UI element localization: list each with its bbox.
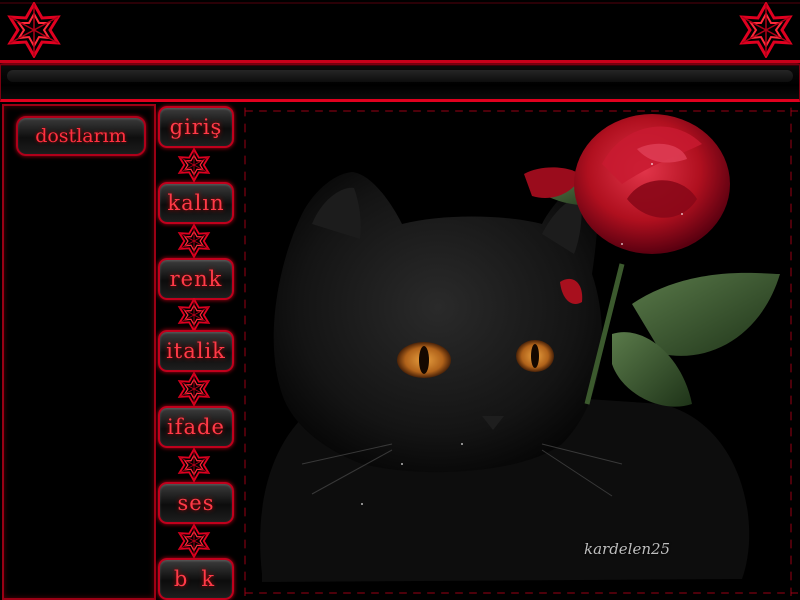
star-icon <box>178 298 210 332</box>
message-bar-track <box>7 70 793 82</box>
star-icon <box>178 148 210 182</box>
star-icon <box>178 224 210 258</box>
star-icon <box>178 448 210 482</box>
italic-button[interactable]: italik <box>158 330 234 372</box>
message-bar <box>0 64 800 102</box>
color-button[interactable]: renk <box>158 258 234 300</box>
star-icon-right <box>740 2 792 58</box>
login-button[interactable]: giriş <box>158 106 234 148</box>
star-icon-left <box>8 2 60 58</box>
star-icon <box>178 524 210 558</box>
friends-panel: dostlarım <box>2 104 156 600</box>
bold-button[interactable]: kalın <box>158 182 234 224</box>
friends-button[interactable]: dostlarım <box>16 116 146 156</box>
bk-button[interactable]: bk <box>158 558 234 600</box>
cat-pupil <box>531 344 539 368</box>
star-icon <box>178 372 210 406</box>
emoticon-button[interactable]: ifade <box>158 406 234 448</box>
top-banner <box>0 0 800 63</box>
cat-pupil <box>419 346 429 374</box>
picture-panel: kardelen25 <box>242 104 798 596</box>
watermark-text: kardelen25 <box>584 540 671 558</box>
sound-button[interactable]: ses <box>158 482 234 524</box>
cat-with-rose-picture <box>260 114 780 582</box>
